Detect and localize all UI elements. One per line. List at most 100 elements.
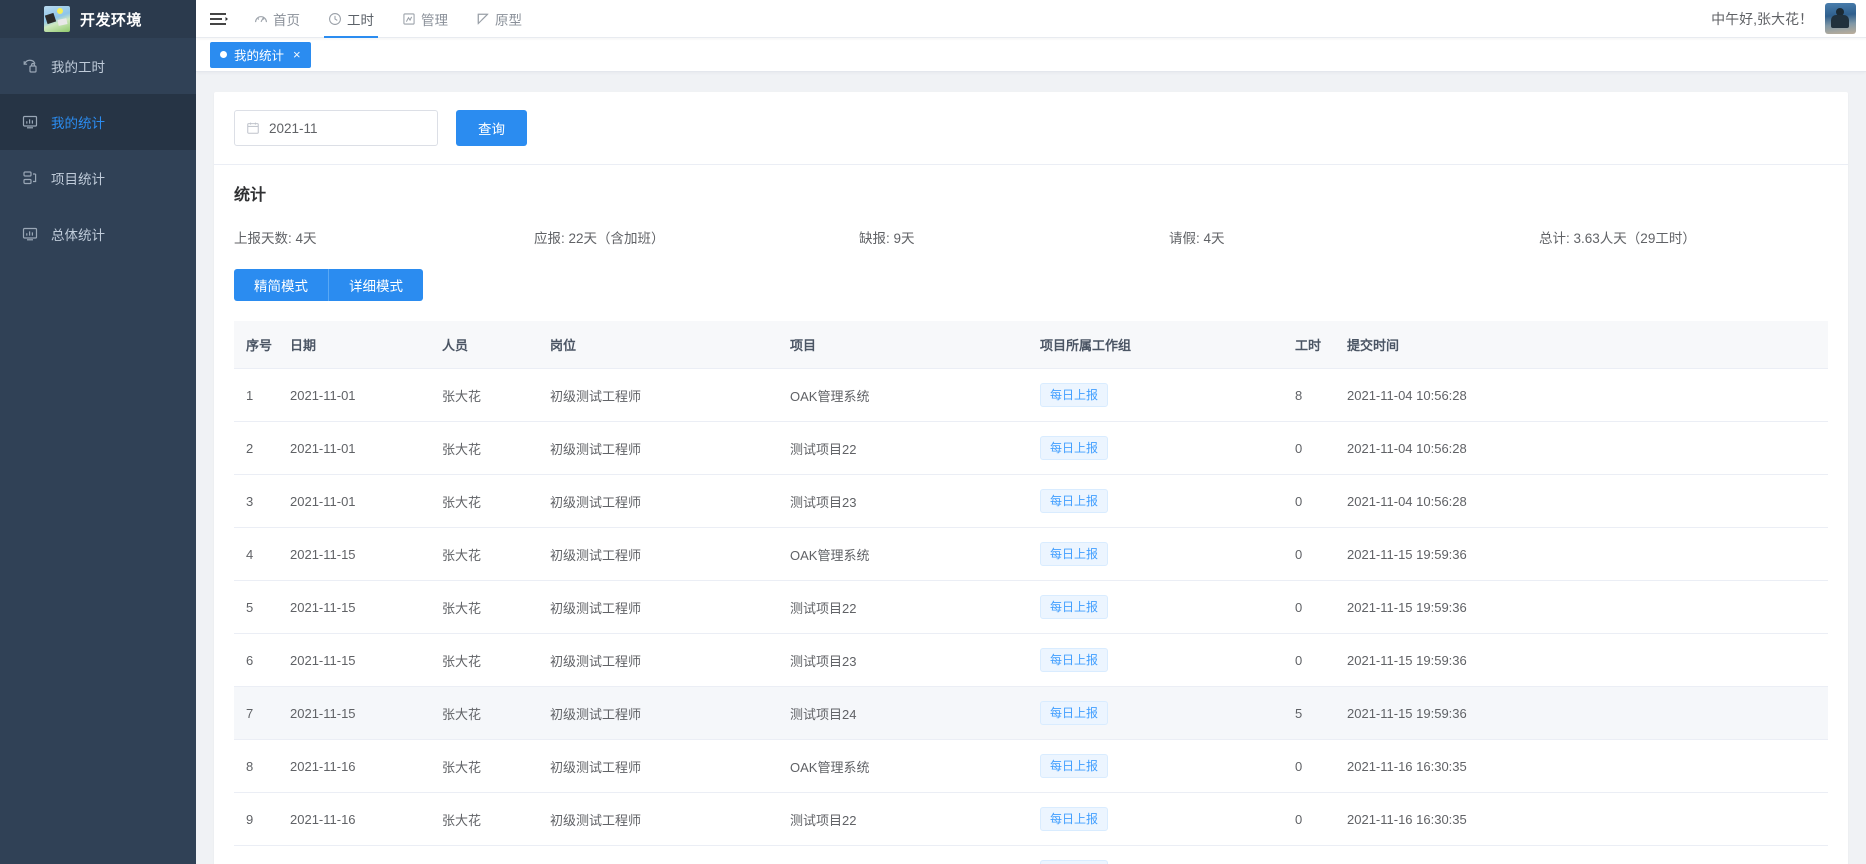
summary-value: 9天 bbox=[893, 231, 915, 246]
topnav-item-home[interactable]: 首页 bbox=[240, 0, 314, 38]
row-post: 初级测试工程师 bbox=[550, 474, 790, 528]
workgroup-tag[interactable]: 每日上报 bbox=[1040, 542, 1109, 566]
table-row[interactable]: 8 2021-11-16 张大花 初级测试工程师 OAK管理系统 每日上报 0 2021-11… bbox=[234, 739, 1828, 793]
table-row[interactable]: 6 2021-11-15 张大花 初级测试工程师 测试项目23 每日上报 0 2021-11-… bbox=[234, 633, 1828, 687]
row-date: 2021-11-01 bbox=[290, 421, 442, 475]
table-header-row: 序号 日期 人员 岗位 项目 项目所属工作组 工时 提交时间 bbox=[234, 321, 1828, 369]
col-header-group: 项目所属工作组 bbox=[1040, 321, 1295, 369]
workgroup-tag[interactable]: 每日上报 bbox=[1040, 595, 1109, 619]
section-title: 统计 bbox=[234, 187, 267, 204]
row-person: 张大花 bbox=[442, 474, 550, 528]
row-post: 初级测试工程师 bbox=[550, 527, 790, 581]
workgroup-tag[interactable]: 每日上报 bbox=[1040, 860, 1109, 864]
row-date: 2021-11-16 bbox=[290, 845, 442, 864]
table-row[interactable]: 4 2021-11-15 张大花 初级测试工程师 OAK管理系统 每日上报 0 2021-11… bbox=[234, 527, 1828, 581]
workgroup-tag[interactable]: 每日上报 bbox=[1040, 754, 1109, 778]
monitor-chart-icon bbox=[21, 114, 38, 131]
row-project: OAK管理系统 bbox=[790, 739, 1040, 793]
row-submit: 2021-11-16 16:30:35 bbox=[1347, 845, 1828, 864]
table-row[interactable]: 9 2021-11-16 张大花 初级测试工程师 测试项目22 每日上报 0 2021-11-… bbox=[234, 792, 1828, 846]
row-group: 每日上报 bbox=[1040, 739, 1295, 793]
row-person: 张大花 bbox=[442, 686, 550, 740]
col-header-person: 人员 bbox=[442, 321, 550, 369]
month-picker-value: 2021-11 bbox=[269, 120, 318, 136]
row-seq: 3 bbox=[234, 474, 290, 528]
statistics-card: 2021-11 查询 统计 上报天数: 4天 应报: 22天（含加班） 缺报: … bbox=[214, 92, 1848, 864]
row-submit: 2021-11-15 19:59:36 bbox=[1347, 580, 1828, 634]
sidebar-item-overall-statistics[interactable]: 总体统计 bbox=[0, 206, 196, 262]
row-date: 2021-11-16 bbox=[290, 739, 442, 793]
row-seq: 8 bbox=[234, 739, 290, 793]
row-post: 初级测试工程师 bbox=[550, 686, 790, 740]
topnav-item-prototype[interactable]: 原型 bbox=[462, 0, 536, 38]
query-button[interactable]: 查询 bbox=[456, 110, 527, 146]
row-date: 2021-11-01 bbox=[290, 474, 442, 528]
sidebar-item-my-statistics[interactable]: 我的统计 bbox=[0, 94, 196, 150]
row-post: 初级测试工程师 bbox=[550, 845, 790, 864]
content-region: 2021-11 查询 统计 上报天数: 4天 应报: 22天（含加班） 缺报: … bbox=[196, 72, 1866, 864]
sidebar-item-project-statistics[interactable]: 项目统计 bbox=[0, 150, 196, 206]
row-date: 2021-11-01 bbox=[290, 368, 442, 422]
app-root: 开发环境 我的工时 我的统计 项目统计 总体统计 首页 工时 管理 原型 中午好… bbox=[0, 0, 1866, 864]
row-project: 测试项目24 bbox=[790, 686, 1040, 740]
row-date: 2021-11-16 bbox=[290, 792, 442, 846]
row-post: 初级测试工程师 bbox=[550, 368, 790, 422]
workgroup-tag[interactable]: 每日上报 bbox=[1040, 648, 1109, 672]
app-title: 开发环境 bbox=[80, 11, 143, 29]
app-logo-icon bbox=[44, 6, 70, 32]
table-head: 序号 日期 人员 岗位 项目 项目所属工作组 工时 提交时间 bbox=[234, 321, 1828, 369]
summary-reported-days: 上报天数: 4天 bbox=[234, 227, 534, 247]
row-post: 初级测试工程师 bbox=[550, 792, 790, 846]
row-person: 张大花 bbox=[442, 633, 550, 687]
workgroup-tag[interactable]: 每日上报 bbox=[1040, 489, 1109, 513]
table-row[interactable]: 3 2021-11-01 张大花 初级测试工程师 测试项目23 每日上报 0 2021-11-… bbox=[234, 474, 1828, 528]
month-picker[interactable]: 2021-11 bbox=[234, 110, 438, 146]
summary-missing-days: 缺报: 9天 bbox=[859, 227, 1169, 247]
table-row[interactable]: 2 2021-11-01 张大花 初级测试工程师 测试项目22 每日上报 0 2021-11-… bbox=[234, 421, 1828, 475]
row-group: 每日上报 bbox=[1040, 845, 1295, 864]
row-person: 张大花 bbox=[442, 739, 550, 793]
topnav-item-management[interactable]: 管理 bbox=[388, 0, 462, 38]
summary-label: 应报: bbox=[534, 231, 565, 246]
hamburger-icon[interactable] bbox=[196, 0, 240, 38]
row-seq: 1 bbox=[234, 368, 290, 422]
tab-my-statistics[interactable]: 我的统计 × bbox=[210, 41, 311, 68]
user-avatar[interactable] bbox=[1825, 3, 1856, 34]
close-icon[interactable]: × bbox=[291, 48, 301, 61]
table-row[interactable]: 5 2021-11-15 张大花 初级测试工程师 测试项目22 每日上报 0 2021-11-… bbox=[234, 580, 1828, 634]
row-person: 张大花 bbox=[442, 792, 550, 846]
workgroup-tag[interactable]: 每日上报 bbox=[1040, 701, 1109, 725]
row-submit: 2021-11-04 10:56:28 bbox=[1347, 368, 1828, 422]
summary-value: 4天 bbox=[1203, 231, 1225, 246]
workgroup-tag[interactable]: 每日上报 bbox=[1040, 436, 1109, 460]
topnav-label: 首页 bbox=[273, 12, 300, 28]
table-row[interactable]: 102021-11-16张大花初级测试工程师测试项目23每日上报 02021-11… bbox=[234, 845, 1828, 864]
mode-simple-button[interactable]: 精简模式 bbox=[234, 269, 328, 301]
sidebar-logo[interactable]: 开发环境 bbox=[0, 0, 196, 38]
row-group: 每日上报 bbox=[1040, 580, 1295, 634]
mode-detailed-button[interactable]: 详细模式 bbox=[328, 269, 423, 301]
row-seq: 7 bbox=[234, 686, 290, 740]
tab-bar: 我的统计 × bbox=[196, 38, 1866, 72]
row-post: 初级测试工程师 bbox=[550, 421, 790, 475]
summary-value: 22天（含加班） bbox=[568, 231, 665, 246]
sidebar-item-label: 总体统计 bbox=[51, 228, 105, 243]
sidebar-item-label: 我的统计 bbox=[51, 116, 105, 131]
workgroup-tag[interactable]: 每日上报 bbox=[1040, 807, 1109, 831]
row-group: 每日上报 bbox=[1040, 474, 1295, 528]
topnav-item-worktime[interactable]: 工时 bbox=[314, 0, 388, 38]
row-submit: 2021-11-15 19:59:36 bbox=[1347, 527, 1828, 581]
worklog-table-wrapper: 序号 日期 人员 岗位 项目 项目所属工作组 工时 提交时间 1 2021-11… bbox=[234, 321, 1828, 864]
edit-square-icon bbox=[476, 12, 490, 26]
workgroup-tag[interactable]: 每日上报 bbox=[1040, 383, 1109, 407]
col-header-submit: 提交时间 bbox=[1347, 321, 1828, 369]
row-post: 初级测试工程师 bbox=[550, 633, 790, 687]
clock-icon bbox=[328, 12, 342, 26]
table-row[interactable]: 7 2021-11-15 张大花 初级测试工程师 测试项目24 每日上报 5 2021-11-… bbox=[234, 686, 1828, 740]
sidebar-item-my-worktime[interactable]: 我的工时 bbox=[0, 38, 196, 94]
row-person: 张大花 bbox=[442, 421, 550, 475]
col-header-hours: 工时 bbox=[1295, 321, 1347, 369]
table-row[interactable]: 1 2021-11-01 张大花 初级测试工程师 OAK管理系统 每日上报 8 2021-11… bbox=[234, 368, 1828, 422]
row-seq: 6 bbox=[234, 633, 290, 687]
row-person: 张大花 bbox=[442, 580, 550, 634]
